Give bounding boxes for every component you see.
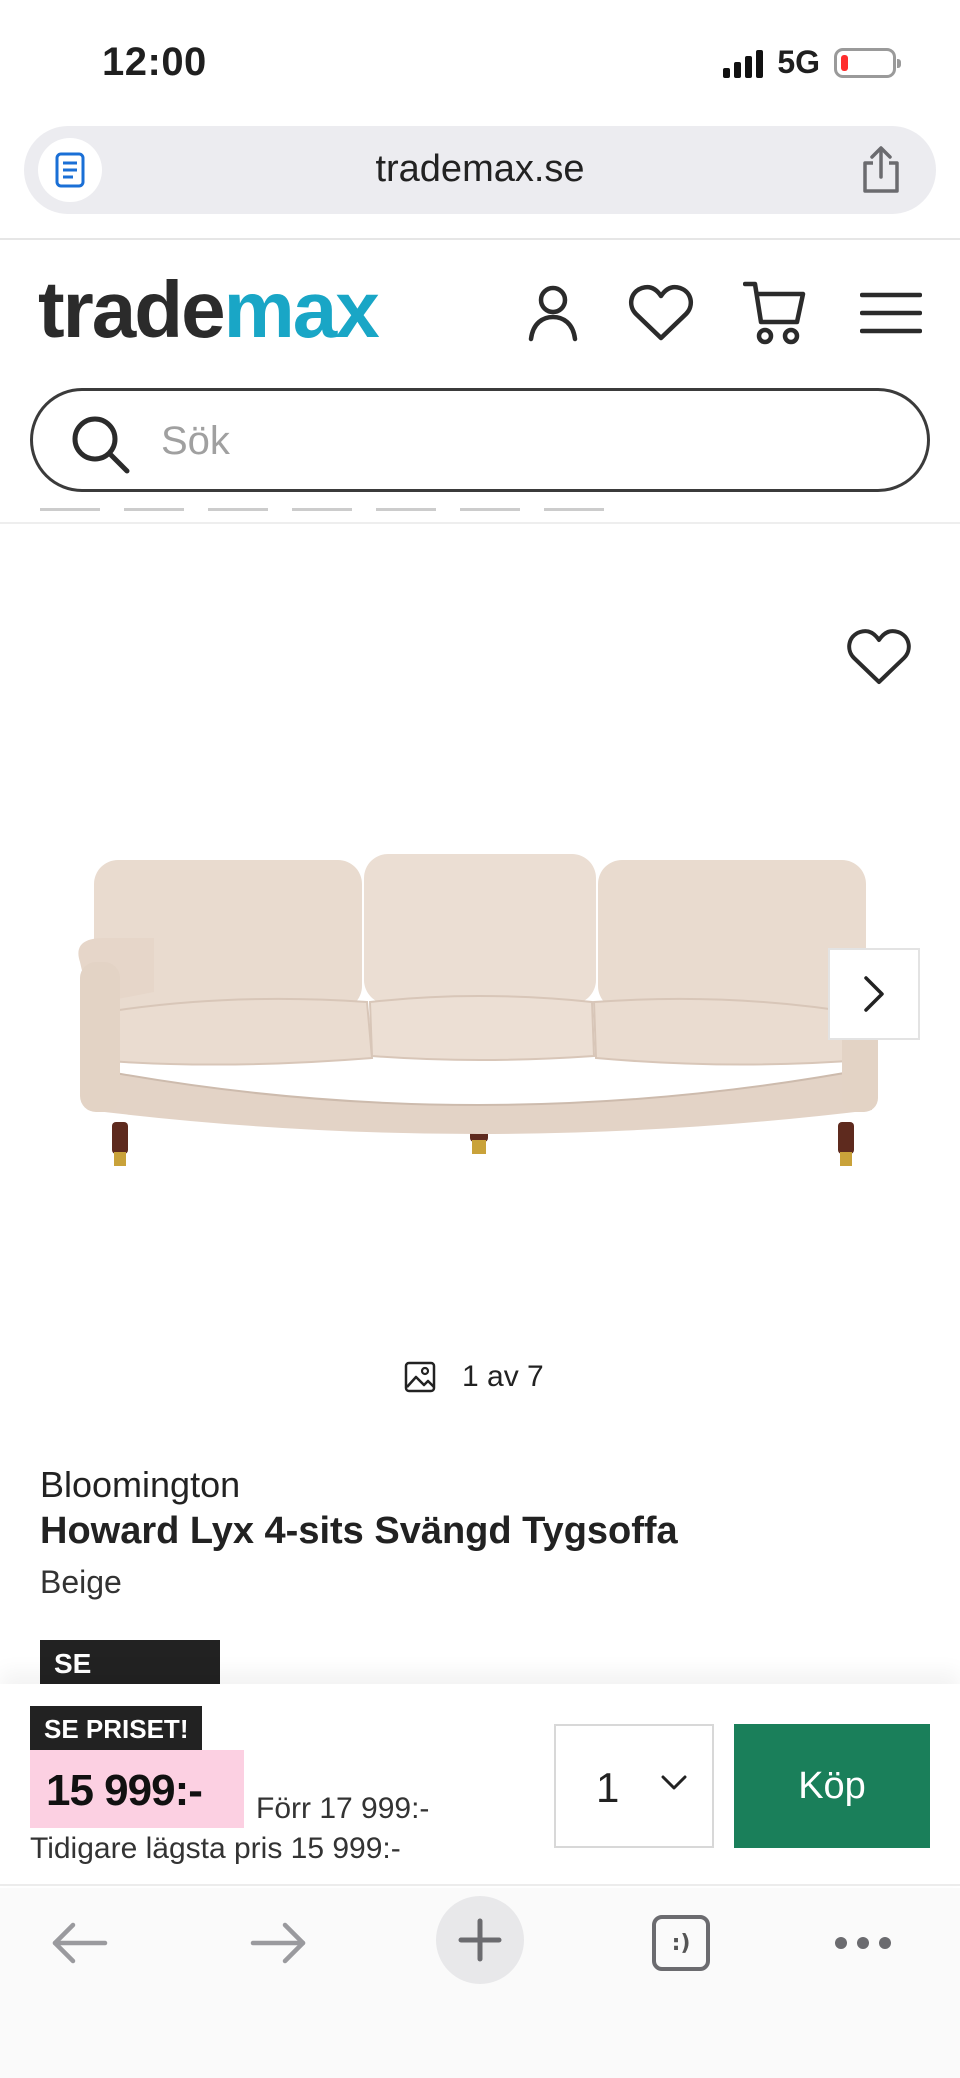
heart-icon[interactable] [626, 278, 696, 348]
status-indicators: 5G [723, 44, 901, 81]
product-color: Beige [40, 1564, 122, 1600]
promo-badge: SE PRISET! [40, 1640, 220, 1684]
back-arrow-icon[interactable] [34, 1898, 124, 1988]
address-bar[interactable]: trademax.se [24, 126, 936, 214]
quantity-select[interactable]: 1 [554, 1724, 714, 1848]
forward-arrow-icon[interactable] [234, 1898, 324, 1988]
buy-button[interactable]: Köp [734, 1724, 930, 1848]
network-label: 5G [777, 44, 820, 80]
current-price: 15 999:- [30, 1750, 244, 1828]
lowest-price-note: Tidigare lägsta pris 15 999:- [30, 1832, 401, 1865]
search-input[interactable] [161, 413, 861, 469]
product-image[interactable] [72, 842, 882, 1176]
image-counter: 1 av 7 [404, 1360, 544, 1394]
status-bar: 12:00 5G [0, 0, 960, 120]
divider [0, 522, 960, 524]
quantity-value: 1 [596, 1764, 620, 1811]
status-time: 12:00 [102, 40, 207, 84]
search-bar[interactable] [30, 388, 930, 492]
more-icon[interactable] [818, 1898, 908, 1988]
old-price: Förr 17 999:- [256, 1792, 430, 1825]
logo-part-max: max [223, 265, 380, 354]
wishlist-heart-icon[interactable] [846, 628, 916, 692]
share-icon[interactable] [856, 144, 906, 196]
breadcrumb [40, 508, 700, 522]
account-icon[interactable] [518, 278, 588, 348]
logo-part-trade: trade [38, 265, 226, 354]
signal-icon [723, 48, 764, 78]
cart-icon[interactable] [740, 278, 810, 348]
chevron-down-icon [661, 1775, 687, 1790]
menu-icon[interactable] [856, 278, 926, 348]
tabs-icon-label: :) [652, 1915, 710, 1971]
trademax-logo[interactable]: trademax [38, 270, 380, 350]
tabs-icon[interactable]: :) [636, 1898, 726, 1988]
image-counter-text: 1 av 7 [462, 1360, 544, 1393]
product-brand[interactable]: Bloomington [40, 1464, 240, 1506]
promo-badge: SE PRISET! [30, 1706, 203, 1750]
next-image-button[interactable] [828, 948, 920, 1040]
image-icon [404, 1361, 436, 1393]
sticky-buy-bar: SE PRISET! 15 999:- Förr 17 999:- Tidiga… [0, 1684, 960, 1886]
url-text[interactable]: trademax.se [24, 148, 936, 191]
product-title: Howard Lyx 4-sits Svängd Tygsoffa [40, 1510, 678, 1552]
divider [0, 238, 960, 240]
search-icon [69, 413, 131, 480]
chevron-right-icon [864, 976, 884, 1012]
plus-icon[interactable] [436, 1896, 524, 1984]
battery-icon [834, 47, 901, 78]
browser-toolbar: :) [0, 1888, 960, 2078]
